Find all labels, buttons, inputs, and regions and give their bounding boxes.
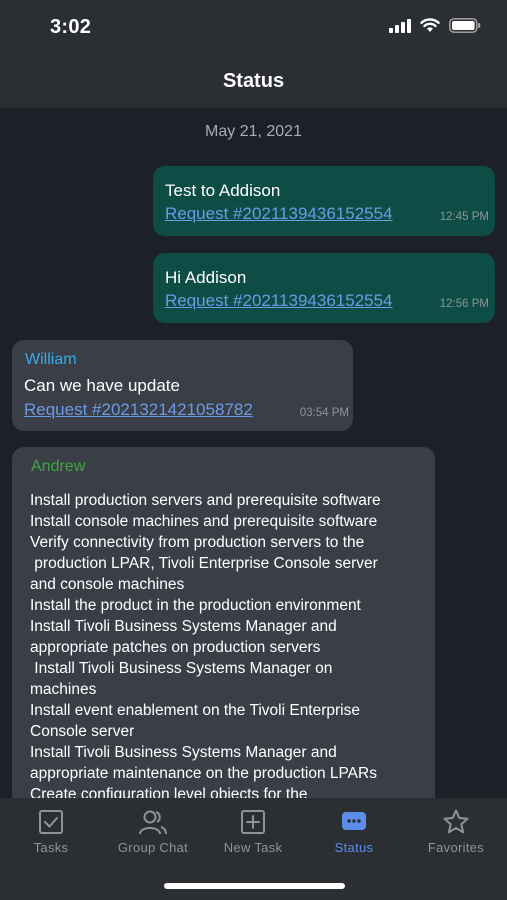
date-separator: May 21, 2021 bbox=[205, 123, 302, 140]
tab-label: Favorites bbox=[427, 840, 485, 855]
message-line: Verify connectivity from production serv… bbox=[30, 534, 365, 551]
message-line: Install Tivoli Business Systems Manager … bbox=[30, 618, 337, 635]
tab-label: Status bbox=[334, 840, 374, 855]
message-timestamp: 12:45 PM bbox=[439, 211, 489, 223]
message-line: Create configuration level objects for t… bbox=[30, 786, 308, 798]
chat-thread[interactable]: May 21, 2021 Test to Addison Request #20… bbox=[0, 108, 507, 798]
request-link[interactable]: Request #2021321421058782 bbox=[24, 398, 253, 421]
message-timestamp: 12:56 PM bbox=[439, 298, 489, 310]
message-line: machines bbox=[30, 681, 97, 698]
message-bubble-incoming[interactable]: William Can we have update Request #2021… bbox=[12, 340, 353, 431]
clock: 3:02 bbox=[50, 16, 92, 38]
message-text: Can we have update bbox=[24, 376, 180, 395]
sender-name: Andrew bbox=[31, 458, 86, 475]
request-link[interactable]: Request #2021139436152554 bbox=[165, 202, 393, 225]
navigation-bar: Status bbox=[0, 56, 507, 108]
message-timestamp: 03:54 PM bbox=[299, 407, 349, 419]
home-indicator[interactable] bbox=[164, 883, 345, 889]
checkbox-icon bbox=[39, 810, 63, 834]
message-bubble-outgoing[interactable]: Hi Addison Request #2021139436152554 12:… bbox=[153, 253, 495, 323]
plus-square-icon bbox=[241, 810, 265, 834]
star-icon bbox=[443, 809, 469, 834]
tab-label: Group Chat bbox=[117, 840, 189, 855]
message-text: Test to Addison bbox=[165, 181, 281, 200]
message-body: Install production servers and prerequis… bbox=[30, 490, 381, 798]
people-icon bbox=[139, 810, 167, 835]
message-line: Install Tivoli Business Systems Manager … bbox=[30, 660, 333, 677]
message-text: Hi Addison bbox=[165, 268, 247, 287]
chat-bubble-icon bbox=[342, 812, 366, 830]
message-line: appropriate patches on production server… bbox=[30, 639, 321, 656]
status-bar: 3:02 bbox=[0, 0, 507, 56]
message-line: Install event enablement on the Tivoli E… bbox=[30, 702, 360, 719]
sender-name: William bbox=[25, 351, 77, 368]
message-line: and console machines bbox=[30, 576, 185, 593]
signal-icon bbox=[389, 18, 411, 33]
message-line: production LPAR, Tivoli Enterprise Conso… bbox=[30, 555, 378, 572]
message-line: Install console machines and prerequisit… bbox=[30, 513, 378, 530]
tab-tasks[interactable]: Tasks bbox=[1, 808, 101, 855]
message-bubble-outgoing[interactable]: Test to Addison Request #202113943615255… bbox=[153, 166, 495, 236]
tab-label: Tasks bbox=[33, 840, 69, 855]
tab-group-chat[interactable]: Group Chat bbox=[103, 808, 203, 855]
message-bubble-incoming[interactable]: Andrew Install production servers and pr… bbox=[12, 447, 435, 798]
tab-label: New Task bbox=[223, 840, 283, 855]
message-line: appropriate maintenance on the productio… bbox=[30, 765, 377, 782]
message-line: Install Tivoli Business Systems Manager … bbox=[30, 744, 337, 761]
message-line: Install the product in the production en… bbox=[30, 597, 361, 614]
message-line: Console server bbox=[30, 723, 135, 740]
tab-favorites[interactable]: Favorites bbox=[406, 808, 506, 855]
message-line: Install production servers and prerequis… bbox=[30, 492, 381, 509]
wifi-icon bbox=[420, 18, 440, 32]
page-title: Status bbox=[222, 70, 285, 92]
request-link[interactable]: Request #2021139436152554 bbox=[165, 289, 393, 312]
tab-new-task[interactable]: New Task bbox=[203, 808, 303, 855]
tab-status[interactable]: Status bbox=[304, 808, 404, 855]
system-icons bbox=[389, 18, 481, 33]
battery-icon bbox=[449, 18, 481, 33]
